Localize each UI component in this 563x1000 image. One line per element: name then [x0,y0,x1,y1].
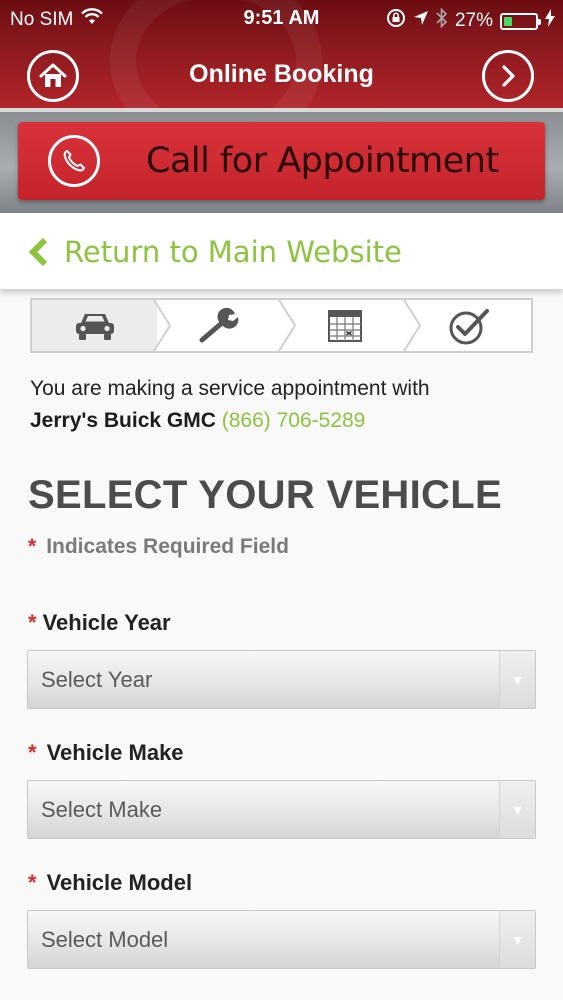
return-link-label: Return to Main Website [64,235,402,269]
step-vehicle[interactable] [32,300,157,351]
call-button-label: Call for Appointment [146,141,499,181]
booking-content: You are making a service appointment wit… [0,289,563,1000]
chevron-down-icon: ▼ [499,911,535,968]
battery-level-fill [504,16,513,26]
orientation-lock-icon [386,8,406,34]
step-date[interactable] [282,300,407,351]
bluetooth-icon [436,7,448,34]
vehicle-year-select[interactable]: Select Year ▼ [27,650,536,709]
next-button[interactable] [482,50,534,102]
return-to-main-website-link[interactable]: Return to Main Website [0,213,563,289]
app-header: No SIM 9:51 AM 27% Online Booking [0,0,563,112]
dealer-name: Jerry's Buick GMC [30,409,216,432]
location-icon [413,10,429,32]
charging-icon [545,9,555,33]
status-bar: No SIM 9:51 AM 27% [0,0,563,38]
call-banner: Call for Appointment [0,112,563,213]
chevron-down-icon: ▼ [499,781,535,838]
wrench-icon [199,307,238,342]
required-asterisk: * [28,535,37,558]
battery-icon [500,12,541,30]
car-icon [75,313,114,340]
checkmark-icon [449,308,489,344]
appointment-intro: You are making a service appointment wit… [30,373,540,437]
vehicle-make-select[interactable]: Select Make ▼ [27,780,536,839]
vehicle-make-label: * Vehicle Make [28,740,184,765]
intro-text: You are making a service appointment wit… [30,377,430,400]
chevron-left-icon [28,237,48,267]
page-title: Online Booking [189,60,374,88]
chevron-down-icon: ▼ [499,651,535,708]
vehicle-model-label: * Vehicle Model [28,870,193,895]
vehicle-year-label: * Vehicle Year [28,610,171,635]
step-confirm[interactable] [407,300,531,351]
dealer-phone-link[interactable]: (866) 706-5289 [222,409,366,432]
vehicle-make-value: Select Make [41,797,163,822]
section-title: SELECT YOUR VEHICLE [28,473,502,517]
chevron-right-icon [502,65,515,87]
phone-icon [48,135,100,187]
vehicle-model-select[interactable]: Select Model ▼ [27,910,536,969]
vehicle-model-value: Select Model [41,927,169,952]
call-for-appointment-button[interactable]: Call for Appointment [18,122,545,200]
vehicle-year-value: Select Year [41,667,153,692]
step-service[interactable] [157,300,282,351]
booking-steps [30,298,533,353]
battery-percent: 27% [454,10,493,31]
required-field-note: * Indicates Required Field [28,535,289,558]
calendar-icon [327,309,362,342]
